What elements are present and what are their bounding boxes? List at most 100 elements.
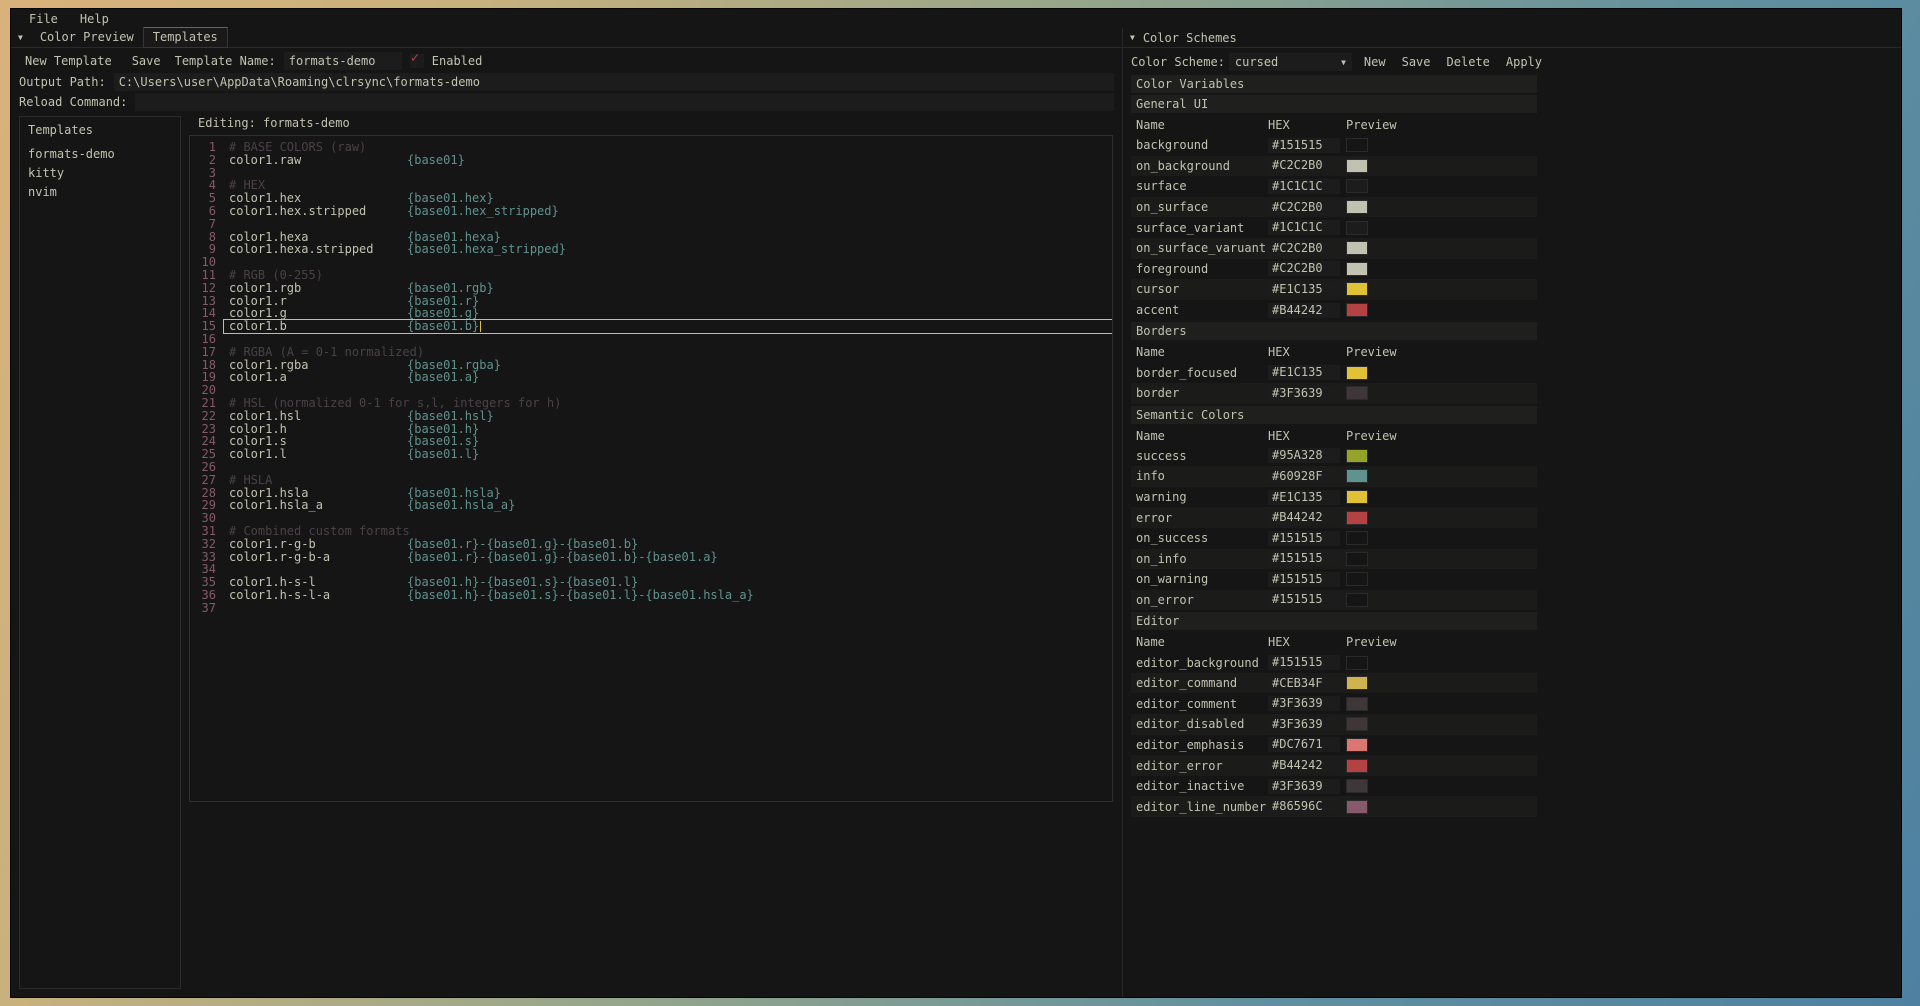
editor-code[interactable]: 1# BASE COLORS (raw)2color1.raw{base01}3… [190,141,1112,614]
color-row[interactable]: accent#B44242 [1131,300,1537,321]
color-row[interactable]: success#95A328 [1131,446,1537,467]
hex-value-field[interactable]: #60928F [1268,469,1340,484]
editor-line[interactable]: 30 [190,512,1112,525]
color-swatch[interactable] [1346,262,1368,276]
color-swatch[interactable] [1346,490,1368,504]
editor-line[interactable]: 31# Combined custom formats [190,525,1112,538]
editor-line[interactable]: 27# HSLA [190,474,1112,487]
collapse-icon[interactable]: ▼ [18,33,23,42]
color-swatch[interactable] [1346,738,1368,752]
color-swatch[interactable] [1346,241,1368,255]
hex-value-field[interactable]: #151515 [1268,572,1340,587]
output-path-input[interactable]: C:\Users\user\AppData\Roaming\clrsync\fo… [114,73,1114,91]
editor-line[interactable]: 11# RGB (0-255) [190,269,1112,282]
editor-line[interactable]: 13color1.r{base01.r} [190,295,1112,308]
color-row[interactable]: on_success#151515 [1131,528,1537,549]
color-row[interactable]: warning#E1C135 [1131,487,1537,508]
color-row[interactable]: on_warning#151515 [1131,569,1537,590]
color-swatch[interactable] [1346,593,1368,607]
editor-line[interactable]: 33color1.r-g-b-a{base01.r}-{base01.g}-{b… [190,551,1112,564]
color-swatch[interactable] [1346,138,1368,152]
hex-value-field[interactable]: #CEB34F [1268,676,1340,691]
color-row[interactable]: surface_variant#1C1C1C [1131,217,1537,238]
editor-line[interactable]: 26 [190,461,1112,474]
save-template-button[interactable]: Save [126,53,167,69]
editor-line[interactable]: 9color1.hexa.stripped{base01.hexa_stripp… [190,243,1112,256]
scheme-apply-button[interactable]: Apply [1500,54,1548,70]
editor-line[interactable]: 4# HEX [190,179,1112,192]
editor-line[interactable]: 1# BASE COLORS (raw) [190,141,1112,154]
color-swatch[interactable] [1346,449,1368,463]
scheme-save-button[interactable]: Save [1396,54,1437,70]
scheme-new-button[interactable]: New [1358,54,1392,70]
color-row[interactable]: foreground#C2C2B0 [1131,259,1537,280]
color-swatch[interactable] [1346,282,1368,296]
hex-value-field[interactable]: #C2C2B0 [1268,158,1340,173]
template-item[interactable]: nvim [28,185,172,199]
template-editor[interactable]: 1# BASE COLORS (raw)2color1.raw{base01}3… [189,135,1113,802]
collapse-icon[interactable]: ▼ [1130,33,1135,42]
color-swatch[interactable] [1346,779,1368,793]
editor-line[interactable]: 32color1.r-g-b{base01.r}-{base01.g}-{bas… [190,538,1112,551]
tab-color-preview[interactable]: Color Preview [31,28,143,47]
hex-value-field[interactable]: #B44242 [1268,510,1340,525]
hex-value-field[interactable]: #3F3639 [1268,696,1340,711]
color-swatch[interactable] [1346,179,1368,193]
color-row[interactable]: info#60928F [1131,466,1537,487]
color-swatch[interactable] [1346,469,1368,483]
reload-command-input[interactable] [135,93,1114,111]
hex-value-field[interactable]: #B44242 [1268,758,1340,773]
color-swatch[interactable] [1346,200,1368,214]
editor-line[interactable]: 3 [190,167,1112,180]
color-row[interactable]: editor_line_number#86596C [1131,796,1537,817]
hex-value-field[interactable]: #E1C135 [1268,365,1340,380]
color-swatch[interactable] [1346,386,1368,400]
color-swatch[interactable] [1346,759,1368,773]
hex-value-field[interactable]: #1C1C1C [1268,220,1340,235]
hex-value-field[interactable]: #C2C2B0 [1268,200,1340,215]
editor-line[interactable]: 10 [190,256,1112,269]
hex-value-field[interactable]: #151515 [1268,531,1340,546]
color-row[interactable]: error#B44242 [1131,507,1537,528]
editor-line[interactable]: 21# HSL (normalized 0-1 for s,l, integer… [190,397,1112,410]
color-swatch[interactable] [1346,676,1368,690]
color-row[interactable]: on_surface#C2C2B0 [1131,197,1537,218]
template-name-input[interactable]: formats-demo [284,52,402,70]
editor-line[interactable]: 18color1.rgba{base01.rgba} [190,359,1112,372]
editor-line[interactable]: 22color1.hsl{base01.hsl} [190,410,1112,423]
color-row[interactable]: editor_background#151515 [1131,652,1537,673]
editor-line[interactable]: 24color1.s{base01.s} [190,435,1112,448]
hex-value-field[interactable]: #DC7671 [1268,737,1340,752]
editor-line[interactable]: 19color1.a{base01.a} [190,371,1112,384]
hex-value-field[interactable]: #86596C [1268,799,1340,814]
section-header-semantic-colors[interactable]: Semantic Colors [1131,406,1537,424]
color-row[interactable]: on_info#151515 [1131,549,1537,570]
color-row[interactable]: cursor#E1C135 [1131,279,1537,300]
color-swatch[interactable] [1346,159,1368,173]
editor-line[interactable]: 12color1.rgb{base01.rgb} [190,282,1112,295]
color-variables-header[interactable]: Color Variables [1131,75,1537,93]
color-swatch[interactable] [1346,531,1368,545]
scheme-delete-button[interactable]: Delete [1441,54,1496,70]
editor-line[interactable]: 17# RGBA (A = 0-1 normalized) [190,346,1112,359]
color-swatch[interactable] [1346,303,1368,317]
color-swatch[interactable] [1346,800,1368,814]
hex-value-field[interactable]: #151515 [1268,592,1340,607]
hex-value-field[interactable]: #151515 [1268,551,1340,566]
editor-line[interactable]: 15color1.b{base01.b} [190,320,1112,333]
color-swatch[interactable] [1346,552,1368,566]
hex-value-field[interactable]: #C2C2B0 [1268,241,1340,256]
section-header-borders[interactable]: Borders [1131,322,1537,340]
editor-line[interactable]: 37 [190,602,1112,615]
color-row[interactable]: surface#1C1C1C [1131,176,1537,197]
color-row[interactable]: on_error#151515 [1131,590,1537,611]
menu-item-help[interactable]: Help [80,12,109,26]
color-swatch[interactable] [1346,656,1368,670]
hex-value-field[interactable]: #151515 [1268,138,1340,153]
editor-line[interactable]: 36color1.h-s-l-a{base01.h}-{base01.s}-{b… [190,589,1112,602]
editor-line[interactable]: 16 [190,333,1112,346]
color-row[interactable]: editor_emphasis#DC7671 [1131,735,1537,756]
menu-item-file[interactable]: File [29,12,58,26]
color-row[interactable]: on_background#C2C2B0 [1131,156,1537,177]
color-row[interactable]: border#3F3639 [1131,383,1537,404]
